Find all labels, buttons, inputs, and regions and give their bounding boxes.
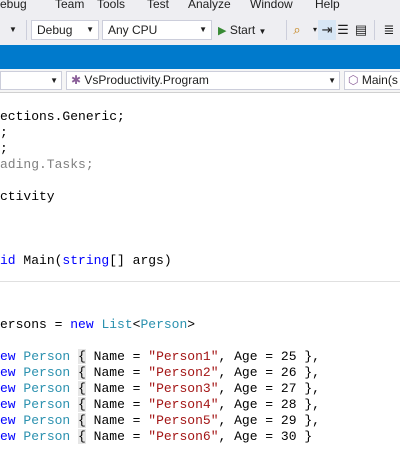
chevron-down-icon: ▼ [86, 25, 94, 34]
menu-team[interactable]: Team [55, 0, 84, 11]
document-tab-strip [0, 45, 400, 69]
chevron-down-icon: ▼ [328, 76, 336, 85]
chevron-down-icon: ▼ [258, 27, 267, 36]
code-line: ading.Tasks; [0, 157, 94, 172]
code-line: ew Person { Name = "Person1", Age = 25 }… [0, 349, 320, 364]
method-icon: ⬡ [348, 73, 359, 87]
format-icon[interactable]: ≣ [380, 20, 398, 40]
solution-platform-combo[interactable]: Any CPU ▼ [102, 20, 212, 40]
member-combo[interactable]: ⬡ Main(s [344, 71, 400, 90]
code-line: ; [0, 141, 8, 156]
menu-debug[interactable]: ebug [0, 0, 27, 11]
class-combo[interactable]: ✱ VsProductivity.Program ▼ [66, 71, 340, 90]
code-line: ew Person { Name = "Person2", Age = 26 }… [0, 365, 320, 380]
solution-configuration-value: Debug [37, 23, 73, 37]
toolbar-separator [374, 20, 375, 40]
menu-window[interactable]: Window [250, 0, 293, 11]
class-combo-value: VsProductivity.Program [84, 73, 209, 87]
method-separator [0, 281, 400, 282]
class-icon: ✱ [71, 73, 82, 87]
navigation-bar: ▼ ✱ VsProductivity.Program ▼ ⬡ Main(s [0, 69, 400, 93]
project-combo[interactable]: ▼ [0, 71, 62, 90]
solution-platform-value: Any CPU [108, 23, 158, 37]
code-line: ersons = new List<Person> [0, 317, 196, 332]
toolbar-separator [26, 20, 27, 40]
code-line: ; [0, 125, 8, 140]
code-line: ew Person { Name = "Person4", Age = 28 }… [0, 397, 320, 412]
chevron-down-icon: ▼ [50, 76, 58, 85]
menu-analyze[interactable]: Analyze [188, 0, 231, 11]
solution-configuration-combo[interactable]: Debug ▼ [31, 20, 99, 40]
chevron-down-icon: ▼ [199, 25, 207, 34]
properties-icon[interactable]: ▤ [352, 20, 370, 40]
menu-bar: ebug Team Tools Test Analyze Window Help [0, 0, 400, 15]
code-line: id Main(string[] args) [0, 253, 172, 268]
menu-tools[interactable]: Tools [97, 0, 125, 11]
start-label: Start [229, 23, 256, 37]
code-line: ctivity [0, 189, 55, 204]
solution-explorer-icon[interactable]: ☰ [334, 20, 352, 40]
menu-test[interactable]: Test [147, 0, 169, 11]
member-combo-value: Main(s [361, 73, 398, 87]
find-in-files-icon[interactable]: ⌕ [288, 20, 306, 40]
code-line: ections.Generic; [0, 109, 125, 124]
code-line: ew Person { Name = "Person6", Age = 30 } [0, 429, 313, 444]
menu-help[interactable]: Help [315, 0, 340, 11]
toolbar-separator [286, 20, 287, 40]
start-button[interactable]: ▶ Start ▼ [218, 20, 284, 40]
code-line: ew Person { Name = "Person5", Age = 29 }… [0, 413, 320, 428]
dropdown-arrow-icon[interactable]: ▼ [4, 20, 22, 40]
play-icon: ▶ [218, 25, 227, 37]
code-editor[interactable]: ections.Generic; ; ; ading.Tasks; ctivit… [0, 93, 400, 459]
code-line: ew Person { Name = "Person3", Age = 27 }… [0, 381, 320, 396]
toolbar: ▼ Debug ▼ Any CPU ▼ ▶ Start ▼ ⌕ ▾ ⇥ ☰ ▤ … [0, 15, 400, 45]
